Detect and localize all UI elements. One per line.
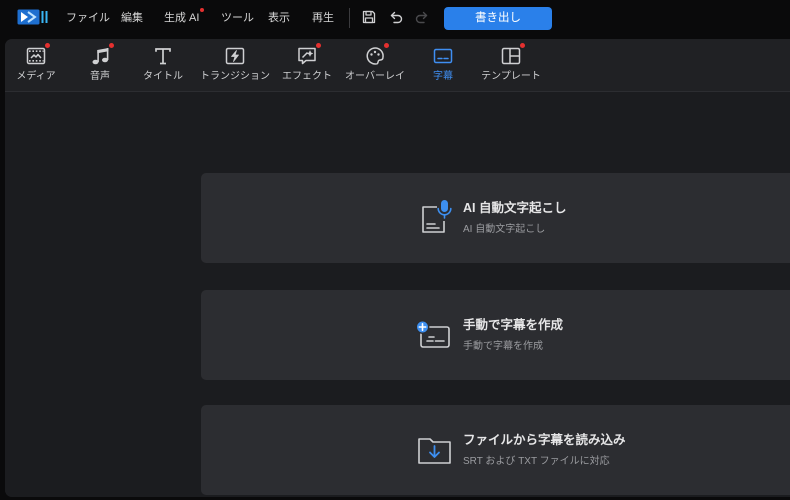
manual-subtitle-card[interactable]: 手動で字幕を作成 手動で字幕を作成 <box>201 290 790 380</box>
export-button[interactable]: 書き出し <box>444 7 552 30</box>
tab-transition[interactable]: トランジション <box>200 45 270 91</box>
transition-icon <box>224 45 246 67</box>
menu-generative-ai[interactable]: 生成 AI <box>164 8 205 27</box>
notification-dot <box>384 43 389 48</box>
menu-label: 編集 <box>121 12 143 24</box>
menu-label: 再生 <box>312 12 334 24</box>
menu-view[interactable]: 表示 <box>268 9 290 27</box>
ai-auto-transcription-card[interactable]: AI 自動文字起こし AI 自動文字起こし <box>201 173 790 263</box>
tab-title[interactable]: タイトル <box>131 45 195 91</box>
menu-label: ファイル <box>66 12 110 24</box>
card-title: AI 自動文字起こし <box>463 201 567 215</box>
template-icon <box>500 43 525 67</box>
app-logo-icon[interactable] <box>17 8 49 26</box>
notification-dot <box>316 43 321 48</box>
tab-template[interactable]: テンプレート <box>479 43 543 91</box>
tab-label: 字幕 <box>433 71 453 82</box>
tab-label: オーバーレイ <box>345 71 405 82</box>
menu-edit[interactable]: 編集 <box>121 9 143 27</box>
tab-media[interactable]: メディア <box>4 43 68 91</box>
menu-playback[interactable]: 再生 <box>312 9 334 27</box>
menu-label: 表示 <box>268 12 290 24</box>
menu-bar: ファイル 編集 生成 AI ツール 表示 再生 書き出し <box>0 0 790 36</box>
tab-label: タイトル <box>143 71 183 82</box>
import-subtitle-file-card[interactable]: ファイルから字幕を読み込み SRT および TXT ファイルに対応 <box>201 405 790 495</box>
subtitle-icon <box>432 45 454 67</box>
manual-subtitle-icon <box>415 316 453 352</box>
ai-transcription-icon <box>417 199 453 235</box>
tab-audio[interactable]: 音声 <box>68 43 132 91</box>
notification-dot <box>109 43 114 48</box>
undo-icon[interactable] <box>388 9 404 25</box>
media-icon <box>25 43 50 67</box>
tab-overlay[interactable]: オーバーレイ <box>343 43 407 91</box>
notification-dot <box>45 43 50 48</box>
tab-effect[interactable]: エフェクト <box>275 43 339 91</box>
overlay-icon <box>364 43 389 67</box>
subtitle-panel: AI 自動文字起こし AI 自動文字起こし 手動で字幕を作成 手動で字幕を作成 <box>5 92 790 497</box>
import-subtitle-file-icon <box>417 431 453 467</box>
card-description: SRT および TXT ファイルに対応 <box>463 456 610 467</box>
notification-dot <box>200 8 205 12</box>
menu-label: ツール <box>221 12 254 24</box>
menu-file[interactable]: ファイル <box>66 9 110 27</box>
tab-subtitles[interactable]: 字幕 <box>411 45 475 91</box>
tab-label: エフェクト <box>282 71 332 82</box>
card-title: 手動で字幕を作成 <box>463 318 564 332</box>
tab-label: トランジション <box>200 71 270 82</box>
menu-label: 生成 AI <box>164 12 200 24</box>
tab-label: 音声 <box>90 71 110 82</box>
card-description: AI 自動文字起こし <box>463 224 546 235</box>
music-note-icon <box>89 43 114 67</box>
notification-dot <box>520 43 525 48</box>
app-window: ファイル 編集 生成 AI ツール 表示 再生 書き出し メディア 音声 タイト… <box>0 0 790 500</box>
tab-label: メディア <box>16 71 56 82</box>
effect-icon <box>296 43 321 67</box>
card-description: 手動で字幕を作成 <box>463 341 543 352</box>
toolbar-separator <box>349 8 350 28</box>
tab-label: テンプレート <box>481 71 541 82</box>
redo-icon[interactable] <box>414 9 430 25</box>
room-tab-bar: メディア 音声 タイトル トランジション エフェクト オーバーレイ 字幕 テンプ… <box>5 39 790 92</box>
card-title: ファイルから字幕を読み込み <box>463 433 626 447</box>
title-icon <box>152 45 174 67</box>
save-icon[interactable] <box>361 9 377 25</box>
menu-tools[interactable]: ツール <box>221 9 254 27</box>
